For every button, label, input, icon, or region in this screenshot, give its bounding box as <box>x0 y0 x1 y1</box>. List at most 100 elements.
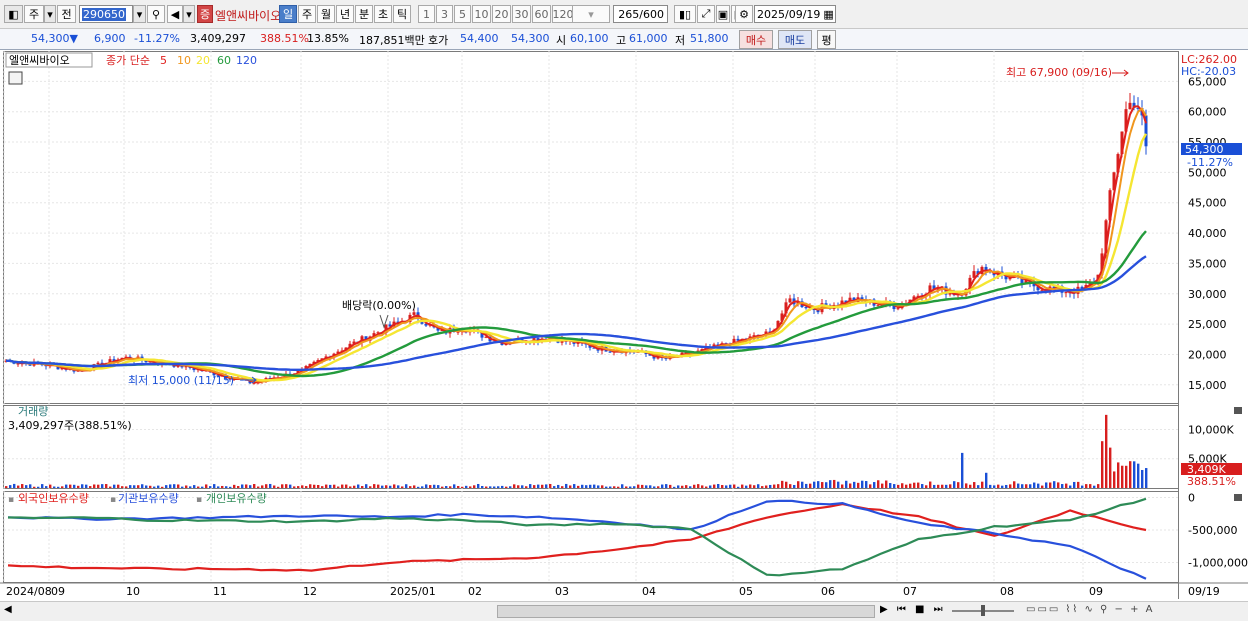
zoom-slider-handle[interactable] <box>981 605 985 616</box>
volume-bar <box>741 484 744 488</box>
stock-chart[interactable]: 15,000 20,000 25,000 30,000 35,000 40,000 45,0… <box>0 51 1248 601</box>
volume-bar <box>437 485 440 488</box>
volume-bar <box>593 484 596 488</box>
volume-bar <box>1097 484 1100 488</box>
price-tick-label: 45,000 <box>1188 197 1227 210</box>
volume-bar <box>1021 484 1024 488</box>
volume-bar <box>429 485 432 488</box>
volume-bar <box>49 484 52 488</box>
volume-bar <box>813 481 816 488</box>
volume-bar <box>521 485 524 488</box>
volume-bar <box>225 486 228 488</box>
volume-bar <box>29 484 32 488</box>
open-price: 60,100 <box>570 32 609 45</box>
volume-bar <box>977 485 980 488</box>
volume-bar <box>21 484 24 488</box>
evaluation-button[interactable]: 평 <box>817 30 836 49</box>
price-change-pct: -11.27% <box>134 32 180 45</box>
volume-bar <box>1065 483 1068 488</box>
volume-bar <box>349 486 352 488</box>
volume-bar <box>341 484 344 488</box>
volume-bar <box>993 485 996 488</box>
price-tick-label: 25,000 <box>1188 318 1227 331</box>
data-count-input[interactable]: 265/600 <box>613 5 668 23</box>
volume-bar <box>941 484 944 488</box>
volume-bar <box>661 484 664 488</box>
period-button-2[interactable]: 월 <box>317 5 335 23</box>
volume-bar <box>961 452 964 488</box>
period-button-1[interactable]: 주 <box>298 5 316 23</box>
buy-button[interactable]: 매수 <box>739 30 773 49</box>
volume-bar <box>1029 484 1032 488</box>
save-icon[interactable]: ▣ <box>716 5 730 23</box>
period-button-5[interactable]: 초 <box>374 5 392 23</box>
date-input[interactable]: 2025/09/19 ▦ <box>754 5 836 23</box>
volume-bar <box>353 485 356 488</box>
volume-bar <box>577 485 580 488</box>
volume-bar <box>569 485 572 488</box>
interval-button-60[interactable]: 60 <box>532 5 551 23</box>
volume-bar <box>33 486 36 488</box>
interval-button-3[interactable]: 3 <box>436 5 453 23</box>
interval-button-5[interactable]: 5 <box>454 5 471 23</box>
holding-tick-label: 0 <box>1188 492 1195 505</box>
volume-bar <box>953 481 956 488</box>
x-axis-label: 09 <box>51 585 65 598</box>
sell-button[interactable]: 매도 <box>778 30 812 49</box>
holding-tick-label: -1,000,000 <box>1188 557 1248 570</box>
volume-bar <box>1093 485 1096 488</box>
period-button-4[interactable]: 분 <box>355 5 373 23</box>
speaker-icon[interactable]: ◀ <box>167 5 183 23</box>
search-icon[interactable]: ⚲ <box>147 5 165 23</box>
bid-price: 54,300 <box>511 32 550 45</box>
gear-icon[interactable]: ⚙ <box>735 5 753 23</box>
period-button-0[interactable]: 일 <box>279 5 297 23</box>
market-select[interactable]: 주 <box>24 5 44 23</box>
volume-bar <box>465 485 468 488</box>
layout-icon[interactable]: ◧ <box>4 5 23 23</box>
volume-bar <box>217 486 220 488</box>
volume-bar <box>205 484 208 488</box>
holding-legend-2: 개인보유수량 <box>206 492 267 505</box>
scroll-thumb[interactable] <box>497 605 875 618</box>
stock-code-value: 290650 <box>82 7 126 21</box>
volume-bar <box>781 480 784 488</box>
interval-button-20[interactable]: 20 <box>492 5 511 23</box>
period-button-3[interactable]: 년 <box>336 5 354 23</box>
horizontal-scrollbar[interactable]: ◀ ▶ ⏮ ■ ⏭ ▭▭▭ ⌇⌇ ∿ ⚲ − + A <box>0 601 1248 621</box>
calendar-icon[interactable]: ▦ <box>823 8 833 21</box>
volume-bar <box>513 484 516 488</box>
x-axis-label: 09 <box>1089 585 1103 598</box>
open-label: 시 <box>556 34 567 47</box>
volume-bar <box>1005 484 1008 488</box>
hc-label: HC:-20.03 <box>1181 65 1236 78</box>
interval-button-120[interactable]: 120 <box>552 5 574 23</box>
volume: 3,409,297 <box>190 32 246 45</box>
volume-bar <box>417 486 420 488</box>
interval-button-1[interactable]: 1 <box>418 5 435 23</box>
candle-type-icon[interactable]: ▮▯ <box>674 5 696 23</box>
stock-code-input[interactable]: 290650 <box>79 5 133 23</box>
volume-bar <box>201 486 204 488</box>
custom-interval-input[interactable]: ▾ <box>572 5 610 23</box>
volume-bar <box>885 480 888 488</box>
chevron-down-icon[interactable]: ▾ <box>44 5 56 23</box>
chart-tool-icons[interactable]: ▭▭▭ ⌇⌇ ∿ ⚲ − + A <box>1026 604 1154 615</box>
ma-legend-120: 120 <box>236 54 257 67</box>
volume-bar <box>617 486 620 488</box>
period-select[interactable]: 전 <box>57 5 76 23</box>
volume-bar <box>337 486 340 488</box>
volume-bar <box>629 486 632 488</box>
draw-tool-icon[interactable]: ⤢ <box>697 5 715 23</box>
volume-bar <box>469 486 472 488</box>
playback-controls[interactable]: ▶ ⏮ ■ ⏭ <box>880 604 946 615</box>
chevron-down-icon[interactable]: ▾ <box>133 5 146 23</box>
scroll-left-icon[interactable]: ◀ <box>4 604 12 615</box>
volume-bar <box>557 484 560 488</box>
chevron-down-icon[interactable]: ▾ <box>183 5 195 23</box>
x-axis-label: 11 <box>213 585 227 598</box>
period-button-6[interactable]: 틱 <box>393 5 411 23</box>
interval-button-30[interactable]: 30 <box>512 5 531 23</box>
volume-bar <box>393 484 396 488</box>
interval-button-10[interactable]: 10 <box>472 5 491 23</box>
